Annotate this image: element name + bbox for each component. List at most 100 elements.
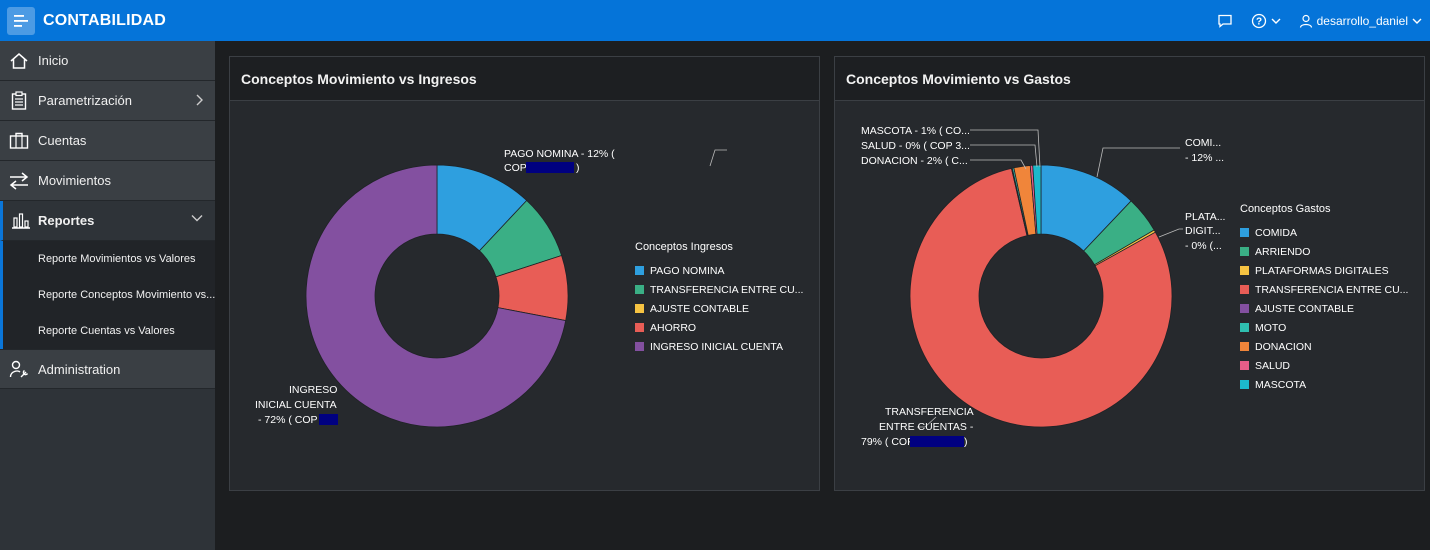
callout-label-ingreso-2: INICIAL CUENTA [255, 399, 337, 411]
legend-label: AJUSTE CONTABLE [1255, 303, 1354, 315]
chevron-down-icon [1271, 18, 1281, 24]
legend-item-plataformas-digitales[interactable]: PLATAFORMAS DIGITALES [1240, 265, 1389, 277]
legend-item-comida[interactable]: COMIDA [1240, 227, 1297, 239]
legend-item-moto[interactable]: MOTO [1240, 322, 1286, 334]
sidebar-item-movimientos[interactable]: Movimientos [0, 161, 215, 201]
callout-label-transferencia-1: TRANSFERENCIA [885, 406, 974, 418]
sidebar-item-label: Reportes [38, 213, 95, 228]
legend-swatch [635, 285, 644, 294]
legend-item-arriendo[interactable]: ARRIENDO [1240, 246, 1310, 258]
legend-label: DONACION [1255, 341, 1312, 353]
legend-label: PAGO NOMINA [650, 265, 724, 277]
callout-label-comida-1: COMI... [1185, 137, 1221, 149]
legend-label: PLATAFORMAS DIGITALES [1255, 265, 1389, 277]
legend-swatch [1240, 342, 1249, 351]
legend-label: TRANSFERENCIA ENTRE CU... [1255, 284, 1408, 296]
chevron-down-icon [191, 215, 203, 222]
help-menu-button[interactable]: ? [1251, 13, 1281, 29]
sidebar-item-label: Inicio [38, 53, 69, 68]
legend-swatch [635, 342, 644, 351]
callout-label-plataformas-2: DIGIT... [1185, 225, 1221, 237]
home-icon [0, 52, 38, 70]
sidebar-subitem-conceptos-movimiento[interactable]: Reporte Conceptos Movimiento vs... [3, 277, 215, 313]
legend-item-ingreso-inicial-cuenta[interactable]: INGRESO INICIAL CUENTA [635, 341, 783, 353]
legend-label: SALUD [1255, 360, 1290, 372]
callout-label-salud: SALUD - 0% ( COP 3... [861, 140, 970, 152]
callout-label-plataformas-3: - 0% (... [1185, 240, 1222, 252]
callout-label-close: ) [964, 436, 968, 448]
legend-label: INGRESO INICIAL CUENTA [650, 341, 783, 353]
sidebar-item-parametrizacion[interactable]: Parametrización [0, 81, 215, 121]
callout-label-comida-2: - 12% ... [1185, 152, 1224, 164]
legend-item-mascota[interactable]: MASCOTA [1240, 379, 1306, 391]
sidebar-item-label: Cuentas [38, 133, 87, 148]
legend-label: TRANSFERENCIA ENTRE CU... [650, 284, 803, 296]
legend-label: MOTO [1255, 322, 1286, 334]
callout-label-ingreso-1: INGRESO [289, 384, 337, 396]
callout-line-salud [970, 144, 1038, 168]
chat-icon [1217, 14, 1232, 28]
legend-swatch [1240, 323, 1249, 332]
bar-chart-icon [3, 212, 38, 229]
callout-label-close: ) [576, 162, 580, 174]
menu-toggle-button[interactable] [7, 6, 35, 35]
sidebar-item-label: Parametrización [38, 93, 132, 108]
callout-label-ingreso-3: - 72% ( COP [258, 414, 318, 426]
briefcase-icon [0, 132, 38, 149]
legend-title: Conceptos Gastos [1240, 203, 1331, 215]
legend-item-salud[interactable]: SALUD [1240, 360, 1290, 372]
legend-swatch [1240, 247, 1249, 256]
redacted-value [526, 162, 574, 173]
callout-label-mascota: MASCOTA - 1% ( CO... [861, 125, 970, 137]
callout-line-plataformas [1158, 228, 1183, 238]
legend-item-transferencia-entre-cu[interactable]: TRANSFERENCIA ENTRE CU... [1240, 284, 1408, 296]
sidebar-subitem-cuentas-valores[interactable]: Reporte Cuentas vs Valores [3, 313, 215, 349]
legend-swatch [635, 304, 644, 313]
legend-item-ahorro[interactable]: AHORRO [635, 322, 696, 334]
top-header: CONTABILIDAD ? desarrollo_daniel [0, 0, 1430, 41]
legend-swatch [1240, 304, 1249, 313]
user-name: desarrollo_daniel [1316, 13, 1408, 28]
callout-line [709, 149, 727, 167]
legend-label: AHORRO [650, 322, 696, 334]
user-menu-button[interactable]: desarrollo_daniel [1299, 14, 1422, 28]
chevron-right-icon [196, 94, 203, 106]
legend-swatch [1240, 266, 1249, 275]
callout-label-pago-nomina: PAGO NOMINA - 12% ( [504, 148, 615, 160]
legend-swatch [635, 323, 644, 332]
callout-label-donacion: DONACION - 2% ( C... [861, 155, 968, 167]
sidebar-item-label: Administration [38, 361, 121, 377]
ingresos-chart-panel: Conceptos Movimiento vs Ingresos PAGO NO… [229, 56, 820, 491]
user-icon [1299, 14, 1312, 28]
legend-swatch [1240, 228, 1249, 237]
app-title[interactable]: CONTABILIDAD [43, 12, 166, 30]
sidebar-item-reportes[interactable]: Reportes [0, 201, 215, 241]
sidebar-item-administration[interactable]: Administration [0, 349, 215, 389]
callout-line-comida [1096, 147, 1180, 178]
legend-item-pago-nomina[interactable]: PAGO NOMINA [635, 265, 724, 277]
legend-item-ajuste-contable[interactable]: AJUSTE CONTABLE [1240, 303, 1354, 315]
feedback-button[interactable] [1217, 13, 1233, 29]
chevron-down-icon [1412, 18, 1422, 24]
callout-line-mascota [970, 129, 1041, 168]
legend-swatch [1240, 285, 1249, 294]
legend-title: Conceptos Ingresos [635, 241, 733, 253]
redacted-value [910, 436, 964, 447]
clipboard-icon [0, 91, 38, 110]
callout-label-pago-nomina-cop: COP [504, 162, 527, 174]
legend-item-ajuste-contable[interactable]: AJUSTE CONTABLE [635, 303, 749, 315]
callout-label-transferencia-3: 79% ( COP [861, 436, 914, 448]
legend-swatch [1240, 361, 1249, 370]
sidebar-subitem-movimientos-valores[interactable]: Reporte Movimientos vs Valores [3, 241, 215, 277]
legend-swatch [635, 266, 644, 275]
arrows-icon [0, 171, 38, 190]
sidebar-item-inicio[interactable]: Inicio [0, 41, 215, 81]
redacted-value [319, 414, 338, 425]
legend-item-transferencia-entre-cu[interactable]: TRANSFERENCIA ENTRE CU... [635, 284, 803, 296]
sidebar-item-cuentas[interactable]: Cuentas [0, 121, 215, 161]
legend-label: COMIDA [1255, 227, 1297, 239]
sidebar: Inicio Parametrización Cuentas Movimient… [0, 41, 215, 550]
ingresos-donut-chart: PAGO NOMINA - 12% ( PAGO NOMINA - 12% ( … [255, 148, 803, 428]
legend-item-donacion[interactable]: DONACION [1240, 341, 1312, 353]
callout-label-transferencia-2: ENTRE CUENTAS - [879, 421, 974, 433]
